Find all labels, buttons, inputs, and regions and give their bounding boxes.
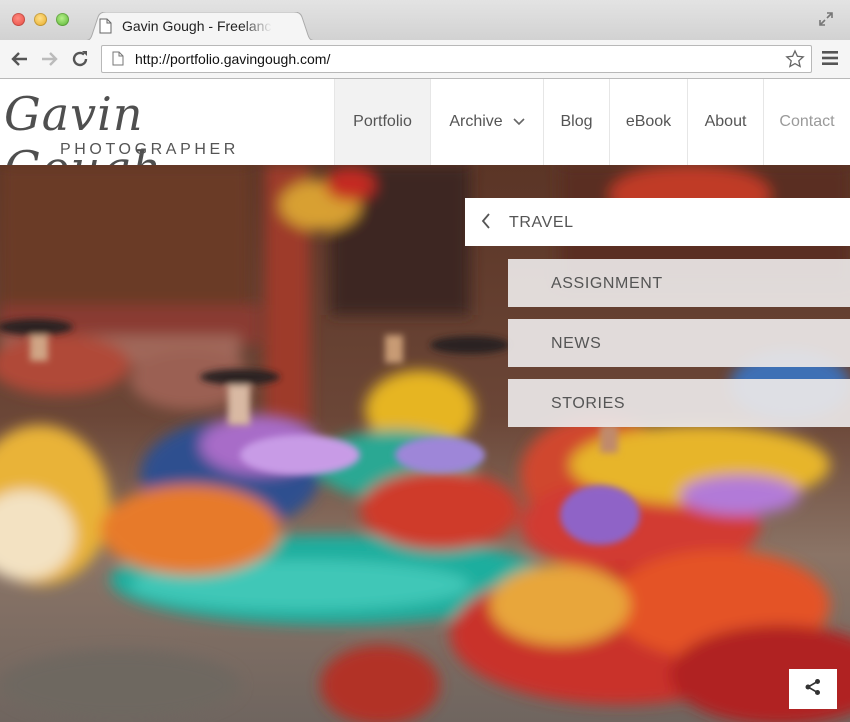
fullscreen-icon[interactable] — [818, 11, 834, 32]
nav-label: About — [704, 113, 747, 130]
nav-label: eBook — [625, 113, 672, 130]
submenu-item-news[interactable]: NEWS — [508, 319, 850, 367]
bookmark-star-icon[interactable] — [785, 49, 805, 74]
address-bar[interactable]: http://portfolio.gavingough.com/ — [101, 45, 812, 73]
submenu-parent-label: TRAVEL — [509, 214, 574, 231]
hamburger-menu-icon[interactable] — [822, 51, 838, 70]
reload-icon[interactable] — [70, 49, 90, 69]
hero-photo — [0, 165, 850, 722]
nav-item-contact[interactable]: Contact — [763, 79, 850, 165]
submenu-item-assignment[interactable]: ASSIGNMENT — [508, 259, 850, 307]
submenu-parent-travel[interactable]: TRAVEL — [465, 198, 850, 246]
nav-item-ebook[interactable]: eBook — [609, 79, 687, 165]
url-text: http://portfolio.gavingough.com/ — [135, 51, 331, 67]
nav-item-portfolio[interactable]: Portfolio — [334, 79, 430, 165]
submenu-item-label: NEWS — [551, 335, 602, 352]
main-navigation: Portfolio Archive Blog eBook About Conta… — [334, 79, 850, 165]
page-icon — [99, 18, 112, 39]
nav-label: Portfolio — [353, 113, 412, 130]
submenu-item-label: STORIES — [551, 395, 626, 412]
submenu-item-label: ASSIGNMENT — [551, 275, 663, 292]
share-button[interactable] — [789, 669, 837, 709]
zoom-window-button[interactable] — [56, 13, 69, 26]
logo-subtitle: PHOTOGRAPHER — [60, 141, 239, 158]
chevron-left-icon[interactable] — [481, 213, 491, 234]
back-arrow-icon[interactable] — [10, 49, 30, 69]
page-icon — [112, 51, 124, 71]
nav-item-blog[interactable]: Blog — [543, 79, 609, 165]
forward-arrow-icon[interactable] — [39, 49, 59, 69]
site-header: Gavin Gough PHOTOGRAPHER Portfolio Archi… — [0, 79, 850, 195]
nav-label: Archive — [449, 113, 503, 130]
submenu-item-stories[interactable]: STORIES — [508, 379, 850, 427]
site-logo[interactable]: Gavin Gough PHOTOGRAPHER — [4, 87, 284, 195]
minimize-window-button[interactable] — [34, 13, 47, 26]
tab-title: Gavin Gough - Freelance Photographer — [122, 18, 272, 34]
browser-tab-strip: Gavin Gough - Freelance Photographer — [0, 0, 850, 41]
chevron-down-icon — [513, 113, 525, 131]
nav-item-about[interactable]: About — [687, 79, 763, 165]
close-window-button[interactable] — [12, 13, 25, 26]
browser-toolbar: http://portfolio.gavingough.com/ — [0, 40, 850, 79]
dancers-photo — [0, 165, 850, 722]
nav-label: Blog — [560, 113, 593, 130]
nav-label: Contact — [779, 113, 835, 130]
browser-tab[interactable]: Gavin Gough - Freelance Photographer — [82, 12, 318, 41]
nav-item-archive[interactable]: Archive — [430, 79, 543, 165]
share-icon — [804, 678, 822, 701]
